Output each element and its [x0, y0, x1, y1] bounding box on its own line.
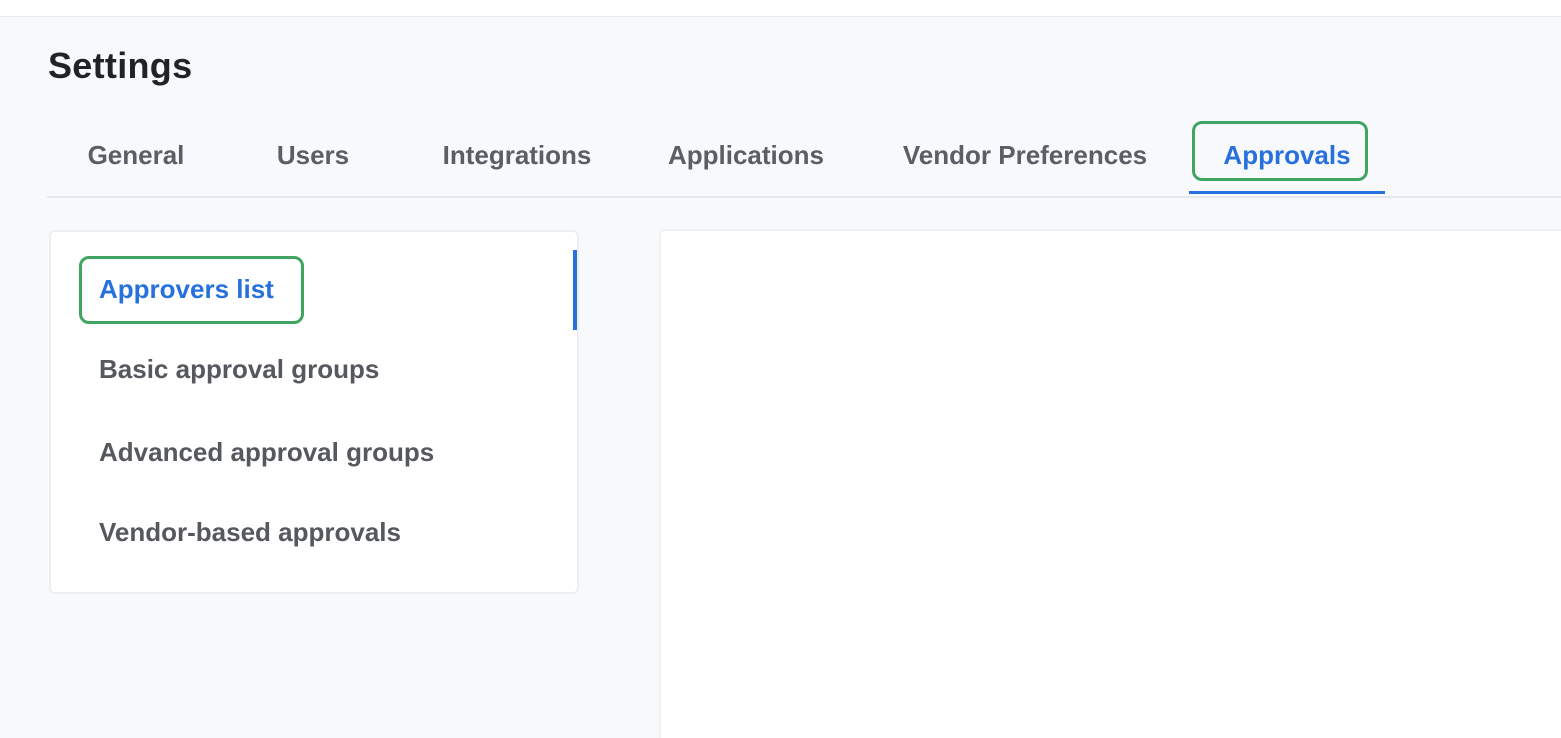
active-tab-indicator [1189, 191, 1385, 194]
side-item-vendor-based-approvals[interactable]: Vendor-based approvals [99, 517, 401, 548]
settings-tabs: General Users Integrations Applications … [47, 116, 1561, 198]
side-item-approvers-list[interactable]: Approvers list [99, 274, 274, 305]
side-item-advanced-approval-groups[interactable]: Advanced approval groups [99, 437, 434, 468]
tab-general[interactable]: General [52, 116, 220, 194]
top-bar-divider [0, 0, 1561, 17]
active-side-item-indicator [573, 250, 577, 330]
side-item-basic-approval-groups[interactable]: Basic approval groups [99, 354, 379, 385]
approvals-side-menu: Approvers list Basic approval groups Adv… [49, 230, 579, 594]
tab-integrations[interactable]: Integrations [417, 116, 617, 194]
main-content-panel [659, 229, 1561, 738]
tab-applications[interactable]: Applications [647, 116, 845, 194]
tab-approvals[interactable]: Approvals [1189, 116, 1385, 194]
tab-users[interactable]: Users [247, 116, 379, 194]
tab-vendor-preferences[interactable]: Vendor Preferences [877, 116, 1173, 194]
page-title: Settings [48, 45, 193, 86]
